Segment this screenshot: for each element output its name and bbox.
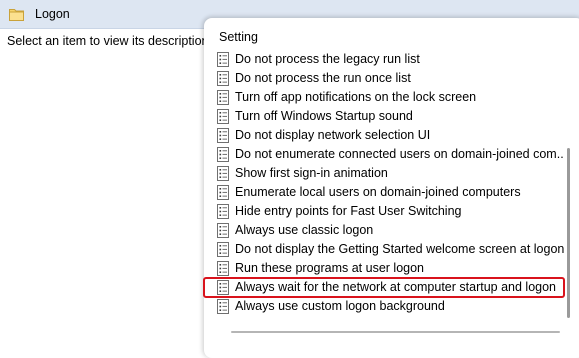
list-item[interactable]: Always use classic logon bbox=[204, 221, 564, 240]
list-item-label: Do not enumerate connected users on doma… bbox=[235, 147, 564, 161]
policy-setting-icon bbox=[216, 166, 230, 181]
folder-title: Logon bbox=[35, 7, 70, 21]
list-item[interactable]: Always use custom logon background bbox=[204, 297, 564, 316]
list-item-label: Enumerate local users on domain-joined c… bbox=[235, 185, 521, 199]
list-item-label: Do not display the Getting Started welco… bbox=[235, 242, 564, 256]
list-item-label: Do not display network selection UI bbox=[235, 128, 431, 142]
list-item-label: Always wait for the network at computer … bbox=[235, 280, 556, 294]
settings-list-panel: Setting Do not process the legacy run li… bbox=[203, 18, 579, 358]
list-item[interactable]: Do not display network selection UI bbox=[204, 126, 564, 145]
description-text: Select an item to view its description. bbox=[7, 34, 212, 48]
list-item-label: Always use custom logon background bbox=[235, 299, 445, 313]
horizontal-scrollbar[interactable] bbox=[231, 331, 560, 333]
list-item[interactable]: Run these programs at user logon bbox=[204, 259, 564, 278]
policy-setting-icon bbox=[216, 128, 230, 143]
list-item[interactable]: Turn off app notifications on the lock s… bbox=[204, 88, 564, 107]
list-item-label: Hide entry points for Fast User Switchin… bbox=[235, 204, 462, 218]
setting-column-header[interactable]: Setting bbox=[219, 30, 258, 44]
vertical-scrollbar[interactable] bbox=[567, 148, 570, 318]
policy-setting-icon bbox=[216, 204, 230, 219]
policy-setting-icon bbox=[216, 109, 230, 124]
settings-list: Do not process the legacy run list Do not… bbox=[203, 50, 565, 316]
list-item[interactable]: Turn off Windows Startup sound bbox=[204, 107, 564, 126]
list-item[interactable]: Show first sign-in animation bbox=[204, 164, 564, 183]
policy-setting-icon bbox=[216, 261, 230, 276]
policy-setting-icon bbox=[216, 299, 230, 314]
list-item[interactable]: Hide entry points for Fast User Switchin… bbox=[204, 202, 564, 221]
list-item-highlighted[interactable]: Always wait for the network at computer … bbox=[203, 277, 565, 298]
folder-icon bbox=[9, 7, 24, 21]
list-item[interactable]: Do not process the legacy run list bbox=[204, 50, 564, 69]
list-item[interactable]: Do not enumerate connected users on doma… bbox=[204, 145, 564, 164]
list-item-label: Run these programs at user logon bbox=[235, 261, 424, 275]
policy-setting-icon bbox=[216, 185, 230, 200]
list-item[interactable]: Do not process the run once list bbox=[204, 69, 564, 88]
description-pane: Select an item to view its description. bbox=[0, 29, 212, 345]
list-item[interactable]: Do not display the Getting Started welco… bbox=[204, 240, 564, 259]
policy-setting-icon bbox=[216, 52, 230, 67]
list-item-label: Show first sign-in animation bbox=[235, 166, 388, 180]
list-item-label: Turn off Windows Startup sound bbox=[235, 109, 413, 123]
policy-setting-icon bbox=[216, 147, 230, 162]
list-item-label: Do not process the legacy run list bbox=[235, 52, 420, 66]
list-item-label: Do not process the run once list bbox=[235, 71, 411, 85]
policy-setting-icon bbox=[216, 90, 230, 105]
policy-setting-icon bbox=[216, 223, 230, 238]
policy-setting-icon bbox=[216, 71, 230, 86]
list-item-label: Always use classic logon bbox=[235, 223, 374, 237]
list-item-label: Turn off app notifications on the lock s… bbox=[235, 90, 477, 104]
policy-setting-icon bbox=[216, 242, 230, 257]
policy-setting-icon bbox=[216, 280, 230, 295]
list-item[interactable]: Enumerate local users on domain-joined c… bbox=[204, 183, 564, 202]
